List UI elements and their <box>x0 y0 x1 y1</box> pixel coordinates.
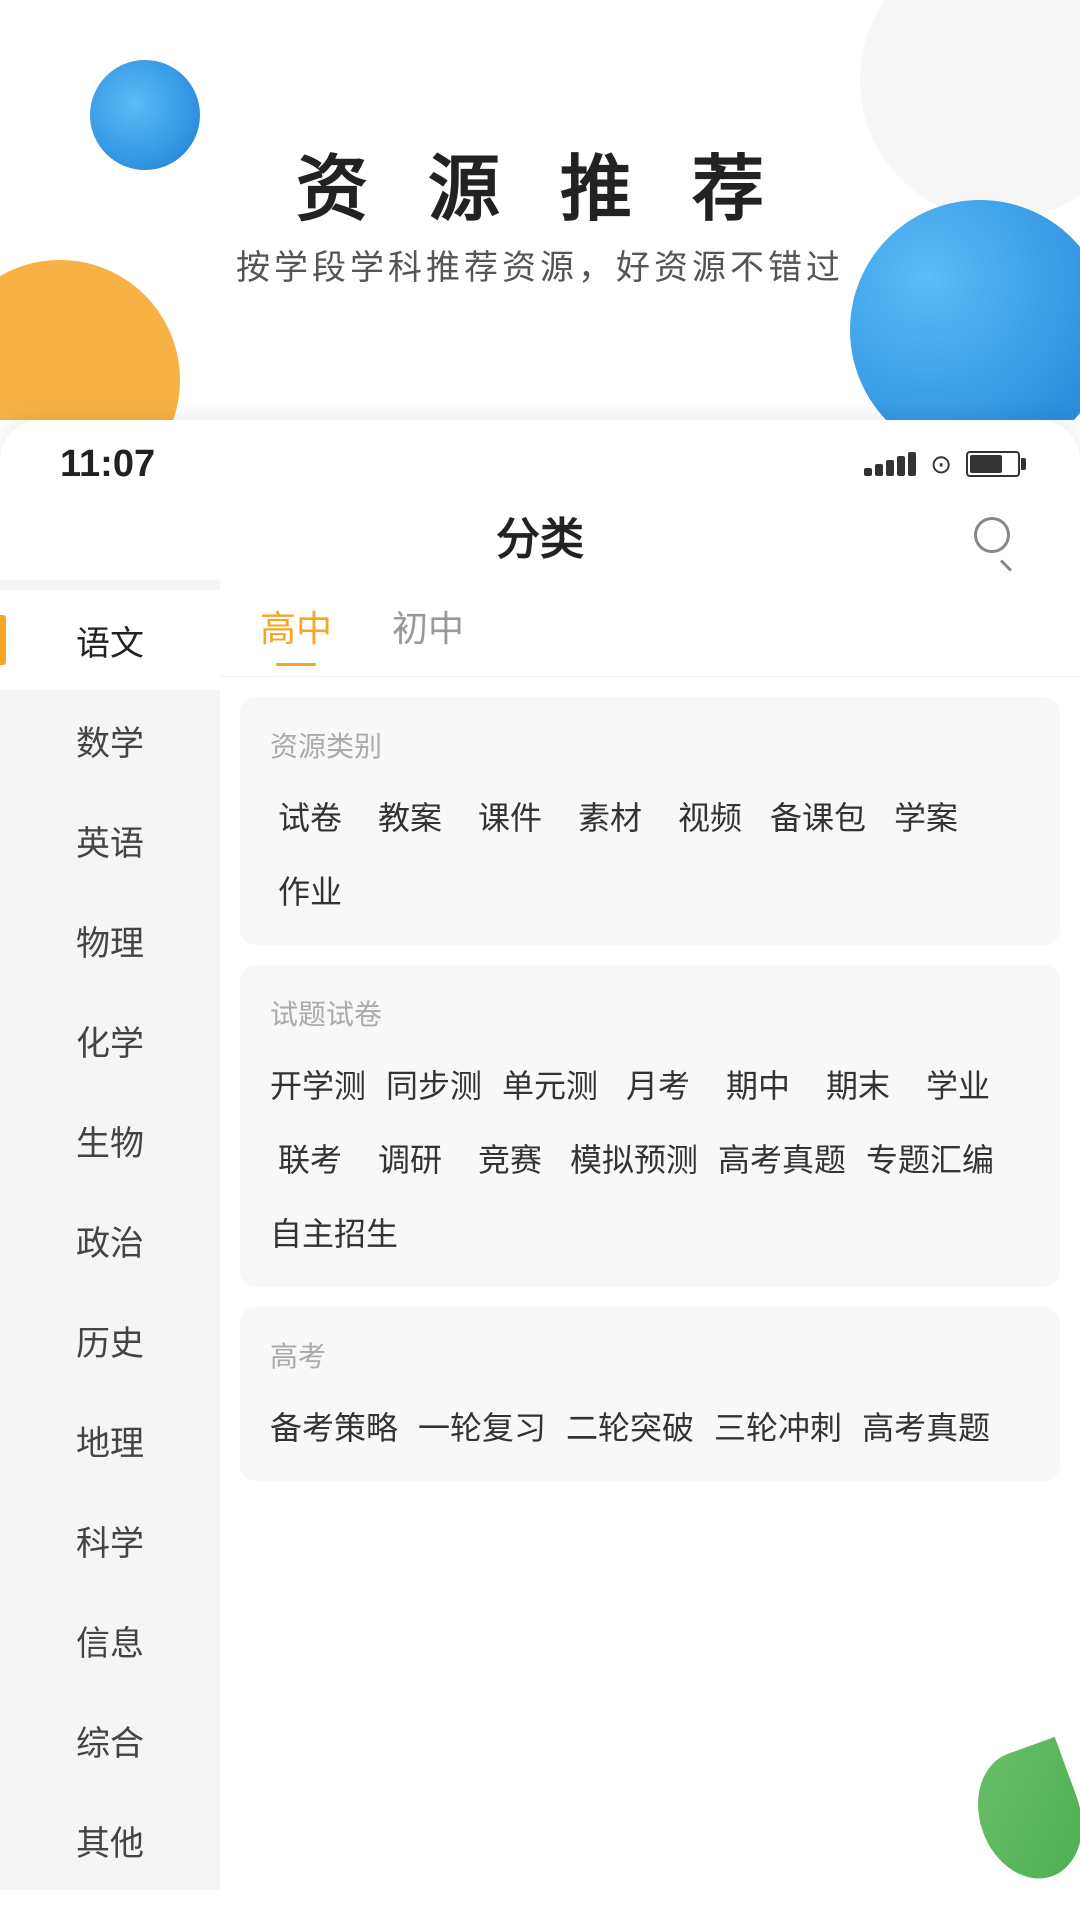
tag-jiaoan[interactable]: 教案 <box>370 789 450 843</box>
sidebar-item-xinxi[interactable]: 信息 <box>0 1590 220 1690</box>
content-area: 高中 初中 资源类别 试卷 教案 课件 素材 视频 备课包 学案 作业 <box>220 580 1080 1890</box>
hero-section: 资 源 推 荐 按学段学科推荐资源，好资源不错过 <box>0 0 1080 420</box>
sidebar-item-lishi[interactable]: 历史 <box>0 1290 220 1390</box>
section-resource-type-title: 资源类别 <box>270 725 1030 765</box>
status-time: 11:07 <box>60 443 155 486</box>
sidebar-item-kexue[interactable]: 科学 <box>0 1490 220 1590</box>
tag-kaixuece[interactable]: 开学测 <box>270 1057 366 1111</box>
tag-xuean[interactable]: 学案 <box>886 789 966 843</box>
page-title: 分类 <box>496 503 584 567</box>
tag-beikaolue[interactable]: 备考策略 <box>270 1399 398 1453</box>
section-gaokao: 高考 备考策略 一轮复习 二轮突破 三轮冲刺 高考真题 <box>240 1307 1060 1481</box>
tag-zhuantihubain[interactable]: 专题汇编 <box>866 1131 994 1185</box>
tag-xueye[interactable]: 学业 <box>918 1057 998 1111</box>
sidebar-item-yingyu[interactable]: 英语 <box>0 790 220 890</box>
tag-kejian[interactable]: 课件 <box>470 789 550 843</box>
tag-erluntupo[interactable]: 二轮突破 <box>566 1399 694 1453</box>
status-bar: 11:07 ⊙ <box>0 420 1080 490</box>
tag-zizhuzhaousheng[interactable]: 自主招生 <box>270 1205 398 1259</box>
sidebar-item-zhengzhi[interactable]: 政治 <box>0 1190 220 1290</box>
section-gaokao-title: 高考 <box>270 1335 1030 1375</box>
sidebar-item-wuli[interactable]: 物理 <box>0 890 220 990</box>
wifi-icon: ⊙ <box>930 449 952 480</box>
signal-icon <box>864 452 916 476</box>
tag-yuekao[interactable]: 月考 <box>618 1057 698 1111</box>
section-exam-type: 试题试卷 开学测 同步测 单元测 月考 期中 期末 学业 联考 调研 竞赛 模拟… <box>240 965 1060 1287</box>
leaf-decoration <box>980 1750 1080 1880</box>
tag-shijuan[interactable]: 试卷 <box>270 789 350 843</box>
tag-grid-exam: 开学测 同步测 单元测 月考 期中 期末 学业 联考 调研 竞赛 模拟预测 高考… <box>270 1057 1030 1259</box>
search-icon <box>974 517 1010 553</box>
tag-beikebao[interactable]: 备课包 <box>770 789 866 843</box>
battery-icon <box>966 451 1020 477</box>
search-button[interactable] <box>964 507 1020 563</box>
tag-tongbuce[interactable]: 同步测 <box>386 1057 482 1111</box>
tag-sanlunchongci[interactable]: 三轮冲刺 <box>714 1399 842 1453</box>
hero-title: 资 源 推 荐 <box>0 130 1080 235</box>
sidebar: 语文 数学 英语 物理 化学 生物 政治 历史 <box>0 580 220 1890</box>
sidebar-item-shuxue[interactable]: 数学 <box>0 690 220 790</box>
sub-tabs: 高中 初中 <box>220 580 1080 677</box>
tag-sucai[interactable]: 素材 <box>570 789 650 843</box>
tag-gaokao-zhenti2[interactable]: 高考真题 <box>862 1399 990 1453</box>
tag-qimo[interactable]: 期末 <box>818 1057 898 1111</box>
section-exam-type-title: 试题试卷 <box>270 993 1030 1033</box>
tag-shipin[interactable]: 视频 <box>670 789 750 843</box>
sidebar-item-dili[interactable]: 地理 <box>0 1390 220 1490</box>
tag-yilunfuxi[interactable]: 一轮复习 <box>418 1399 546 1453</box>
tag-diaoyan[interactable]: 调研 <box>370 1131 450 1185</box>
phone-frame: 11:07 ⊙ 分类 语文 <box>0 420 1080 1920</box>
tag-gaokao-zhenti[interactable]: 高考真题 <box>718 1131 846 1185</box>
section-resource-type: 资源类别 试卷 教案 课件 素材 视频 备课包 学案 作业 <box>240 697 1060 945</box>
tag-grid-resource: 试卷 教案 课件 素材 视频 备课包 学案 作业 <box>270 789 1030 917</box>
tag-danyuance[interactable]: 单元测 <box>502 1057 598 1111</box>
sidebar-item-shengwu[interactable]: 生物 <box>0 1090 220 1190</box>
tag-zuoye[interactable]: 作业 <box>270 863 350 917</box>
hero-subtitle: 按学段学科推荐资源，好资源不错过 <box>0 240 1080 289</box>
tab-highschool[interactable]: 高中 <box>260 600 332 666</box>
main-layout: 语文 数学 英语 物理 化学 生物 政治 历史 <box>0 580 1080 1890</box>
tag-jingsai[interactable]: 竞赛 <box>470 1131 550 1185</box>
tag-liankao[interactable]: 联考 <box>270 1131 350 1185</box>
tag-qizhong[interactable]: 期中 <box>718 1057 798 1111</box>
tab-middleschool[interactable]: 初中 <box>392 600 464 666</box>
sidebar-item-zonghe[interactable]: 综合 <box>0 1690 220 1790</box>
status-icons: ⊙ <box>864 449 1020 480</box>
sidebar-item-qita[interactable]: 其他 <box>0 1790 220 1890</box>
title-bar: 分类 <box>0 490 1080 580</box>
tag-grid-gaokao: 备考策略 一轮复习 二轮突破 三轮冲刺 高考真题 <box>270 1399 1030 1453</box>
tag-moniyuce[interactable]: 模拟预测 <box>570 1131 698 1185</box>
sidebar-item-yuwen[interactable]: 语文 <box>0 590 220 690</box>
sidebar-item-huaxue[interactable]: 化学 <box>0 990 220 1090</box>
